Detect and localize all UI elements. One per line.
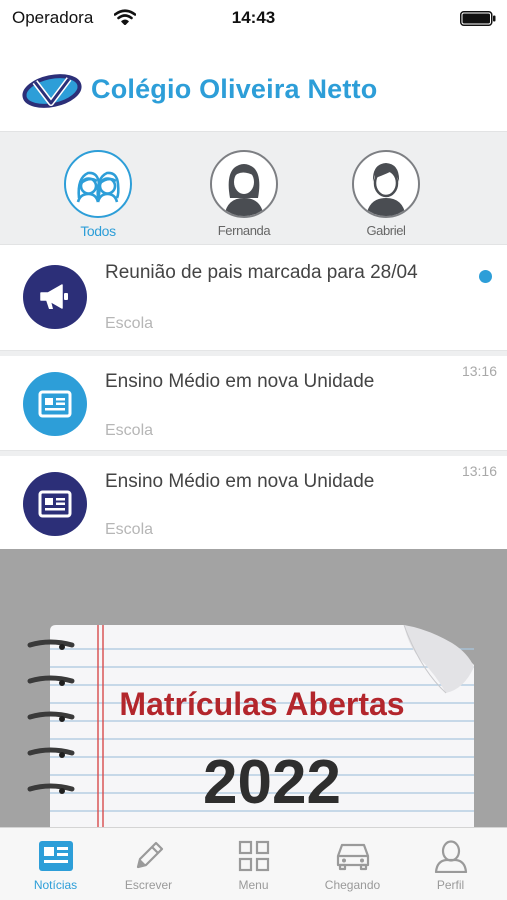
filter-gabriel[interactable]: Gabriel: [336, 150, 436, 238]
person-icon: [400, 838, 501, 874]
filter-label: Fernanda: [217, 223, 271, 238]
girl-avatar-icon: [210, 150, 278, 218]
boy-avatar-icon: [352, 150, 420, 218]
megaphone-icon: [23, 265, 87, 329]
tab-label: Perfil: [436, 878, 465, 892]
news-title: Reunião de pais marcada para 28/04: [105, 262, 418, 283]
unread-indicator: [479, 270, 492, 283]
news-source: Escola: [105, 521, 154, 538]
news-item[interactable]: Ensino Médio em nova Unidade Escola 13:1…: [0, 456, 507, 549]
notebook-illustration: Matrículas Abertas 2022: [27, 624, 474, 827]
news-item[interactable]: Reunião de pais marcada para 28/04 Escol…: [0, 247, 507, 350]
tab-escrever[interactable]: Escrever: [98, 828, 199, 900]
tab-menu[interactable]: Menu: [203, 828, 304, 900]
pencil-icon: [98, 838, 199, 874]
battery-icon: [460, 11, 497, 26]
banner-year: 2022: [203, 748, 341, 817]
student-filter-bar: Todos Fernanda Gabriel: [0, 131, 507, 245]
enrollment-banner[interactable]: Matrículas Abertas 2022: [0, 549, 507, 827]
grid-icon: [203, 838, 304, 874]
filter-todos[interactable]: Todos: [48, 150, 148, 239]
tab-label: Chegando: [324, 878, 381, 892]
news-time: 13:16: [461, 363, 497, 379]
news-source: Escola: [105, 422, 154, 439]
tab-perfil[interactable]: Perfil: [400, 828, 501, 900]
group-icon: [64, 150, 132, 218]
tab-chegando[interactable]: Chegando: [302, 828, 403, 900]
filter-fernanda[interactable]: Fernanda: [194, 150, 294, 238]
tab-label: Menu: [238, 878, 269, 892]
tab-label: Notícias: [33, 878, 78, 892]
news-title: Ensino Médio em nova Unidade: [105, 471, 375, 492]
newspaper-icon: [23, 472, 87, 536]
newspaper-icon: [23, 372, 87, 436]
bottom-tab-bar: Notícias Escrever Menu Chegando Perfil: [0, 827, 507, 900]
filter-label: Todos: [80, 223, 116, 239]
school-logo: [21, 72, 83, 115]
news-item[interactable]: Ensino Médio em nova Unidade Escola 13:1…: [0, 356, 507, 450]
tab-label: Escrever: [124, 878, 173, 892]
news-source: Escola: [105, 315, 154, 332]
tab-noticias[interactable]: Notícias: [5, 828, 106, 900]
app-header: Colégio Oliveira Netto: [0, 36, 507, 131]
news-title: Ensino Médio em nova Unidade: [105, 371, 375, 392]
school-name: Colégio Oliveira Netto: [91, 74, 378, 104]
status-bar: Operadora 14:43: [0, 0, 507, 36]
banner-heading: Matrículas Abertas: [119, 686, 404, 722]
filter-label: Gabriel: [366, 223, 406, 238]
clock: 14:43: [231, 8, 276, 27]
news-time: 13:16: [461, 463, 497, 479]
news-icon: [5, 838, 106, 874]
car-icon: [302, 838, 403, 874]
